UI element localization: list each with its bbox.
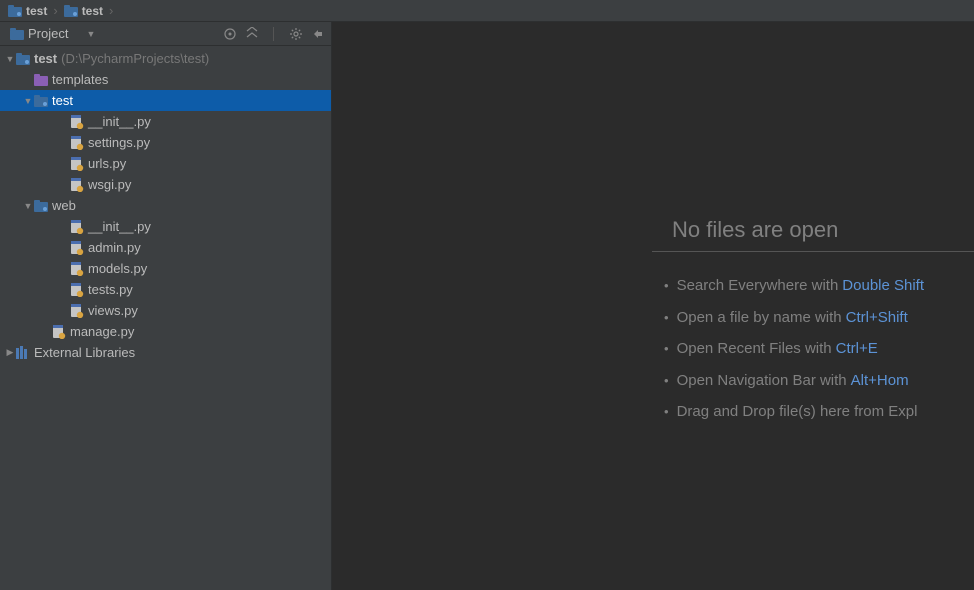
tip-shortcut: Ctrl+E bbox=[836, 333, 878, 365]
chevron-down-icon: ▼ bbox=[86, 29, 95, 39]
tree-node-urls[interactable]: urls.py bbox=[0, 153, 331, 174]
tree-node-models[interactable]: models.py bbox=[0, 258, 331, 279]
hide-button[interactable] bbox=[309, 25, 327, 43]
tree-node-init2[interactable]: __init__.py bbox=[0, 216, 331, 237]
py-icon bbox=[70, 178, 84, 192]
py-icon bbox=[70, 241, 84, 255]
tree-node-admin[interactable]: admin.py bbox=[0, 237, 331, 258]
templates-folder-icon bbox=[34, 74, 48, 86]
tip-text: Drag and Drop file(s) here from Expl bbox=[677, 396, 918, 428]
empty-state-tip: •Open Navigation Bar withAlt+Hom bbox=[664, 365, 974, 397]
main-area: Project ▼ bbox=[0, 22, 974, 590]
tip-text: Search Everywhere with bbox=[677, 270, 839, 302]
py-icon bbox=[70, 220, 84, 234]
project-icon bbox=[10, 28, 24, 40]
tree-node-hint: (D:\PycharmProjects\test) bbox=[61, 51, 209, 66]
chevron-right-icon: › bbox=[51, 3, 59, 18]
tree-node-wsgi[interactable]: wsgi.py bbox=[0, 174, 331, 195]
tree-arrow-icon[interactable]: ▼ bbox=[22, 200, 34, 212]
lib-icon bbox=[16, 346, 30, 359]
tree-node-label: templates bbox=[52, 72, 108, 87]
project-sidebar: Project ▼ bbox=[0, 22, 332, 590]
breadcrumb-bar: test › test › bbox=[0, 0, 974, 22]
tree-node-label: wsgi.py bbox=[88, 177, 131, 192]
tree-node-extlib[interactable]: ▶ External Libraries bbox=[0, 342, 331, 363]
chevron-right-icon: › bbox=[107, 3, 115, 18]
empty-state-title: No files are open bbox=[652, 217, 974, 252]
tree-node-label: __init__.py bbox=[88, 219, 151, 234]
tree-node-label: test bbox=[34, 51, 57, 66]
breadcrumb-label: test bbox=[26, 4, 47, 18]
breadcrumb-item-1[interactable]: test bbox=[60, 4, 107, 18]
module-icon bbox=[8, 5, 22, 17]
tree-arrow-icon[interactable]: ▼ bbox=[4, 53, 16, 65]
tip-shortcut: Double Shift bbox=[842, 270, 924, 302]
project-tree[interactable]: ▼ test (D:\PycharmProjects\test) templates ▼… bbox=[0, 46, 331, 590]
gear-icon[interactable] bbox=[287, 25, 305, 43]
tip-text: Open Navigation Bar with bbox=[677, 365, 847, 397]
tree-node-label: urls.py bbox=[88, 156, 126, 171]
py-icon bbox=[70, 304, 84, 318]
tip-text: Open a file by name with bbox=[677, 302, 842, 334]
project-view-label: Project bbox=[28, 26, 68, 41]
empty-state-tips: •Search Everywhere withDouble Shift•Open… bbox=[652, 270, 974, 428]
tree-node-templates[interactable]: templates bbox=[0, 69, 331, 90]
tree-node-root[interactable]: ▼ test (D:\PycharmProjects\test) bbox=[0, 48, 331, 69]
empty-state-tip: •Search Everywhere withDouble Shift bbox=[664, 270, 974, 302]
tree-arrow-icon[interactable]: ▶ bbox=[4, 347, 16, 359]
tree-node-manage[interactable]: manage.py bbox=[0, 321, 331, 342]
tree-node-label: External Libraries bbox=[34, 345, 135, 360]
tree-node-init1[interactable]: __init__.py bbox=[0, 111, 331, 132]
py-icon bbox=[70, 157, 84, 171]
breadcrumb-label: test bbox=[82, 4, 103, 18]
scroll-from-source-button[interactable] bbox=[221, 25, 239, 43]
tree-node-web[interactable]: ▼ web bbox=[0, 195, 331, 216]
editor-empty-state: No files are open •Search Everywhere wit… bbox=[652, 217, 974, 428]
tree-node-views[interactable]: views.py bbox=[0, 300, 331, 321]
tree-node-label: tests.py bbox=[88, 282, 133, 297]
py-icon bbox=[52, 325, 66, 339]
tip-shortcut: Ctrl+Shift bbox=[846, 302, 908, 334]
tree-node-settings[interactable]: settings.py bbox=[0, 132, 331, 153]
tree-node-label: web bbox=[52, 198, 76, 213]
empty-state-tip: •Drag and Drop file(s) here from Expl bbox=[664, 396, 974, 428]
tree-node-test-pkg[interactable]: ▼ test bbox=[0, 90, 331, 111]
tree-node-label: views.py bbox=[88, 303, 138, 318]
collapse-all-button[interactable] bbox=[243, 25, 261, 43]
tip-text: Open Recent Files with bbox=[677, 333, 832, 365]
editor-area[interactable]: No files are open •Search Everywhere wit… bbox=[332, 22, 974, 590]
empty-state-tip: •Open Recent Files withCtrl+E bbox=[664, 333, 974, 365]
module-icon bbox=[34, 95, 48, 107]
tree-node-label: models.py bbox=[88, 261, 147, 276]
py-icon bbox=[70, 262, 84, 276]
py-icon bbox=[70, 115, 84, 129]
module-icon bbox=[64, 5, 78, 17]
tree-node-label: admin.py bbox=[88, 240, 141, 255]
module-icon bbox=[16, 53, 30, 65]
sidebar-header: Project ▼ bbox=[0, 22, 331, 46]
tree-arrow-icon[interactable]: ▼ bbox=[22, 95, 34, 107]
tree-node-label: manage.py bbox=[70, 324, 134, 339]
py-icon bbox=[70, 136, 84, 150]
project-view-dropdown[interactable]: Project ▼ bbox=[4, 24, 101, 43]
tree-node-tests[interactable]: tests.py bbox=[0, 279, 331, 300]
empty-state-tip: •Open a file by name withCtrl+Shift bbox=[664, 302, 974, 334]
separator-icon bbox=[265, 25, 283, 43]
tip-shortcut: Alt+Hom bbox=[851, 365, 909, 397]
py-icon bbox=[70, 283, 84, 297]
breadcrumb-item-root[interactable]: test bbox=[4, 4, 51, 18]
tree-node-label: settings.py bbox=[88, 135, 150, 150]
module-icon bbox=[34, 200, 48, 212]
tree-node-label: test bbox=[52, 93, 73, 108]
tree-node-label: __init__.py bbox=[88, 114, 151, 129]
